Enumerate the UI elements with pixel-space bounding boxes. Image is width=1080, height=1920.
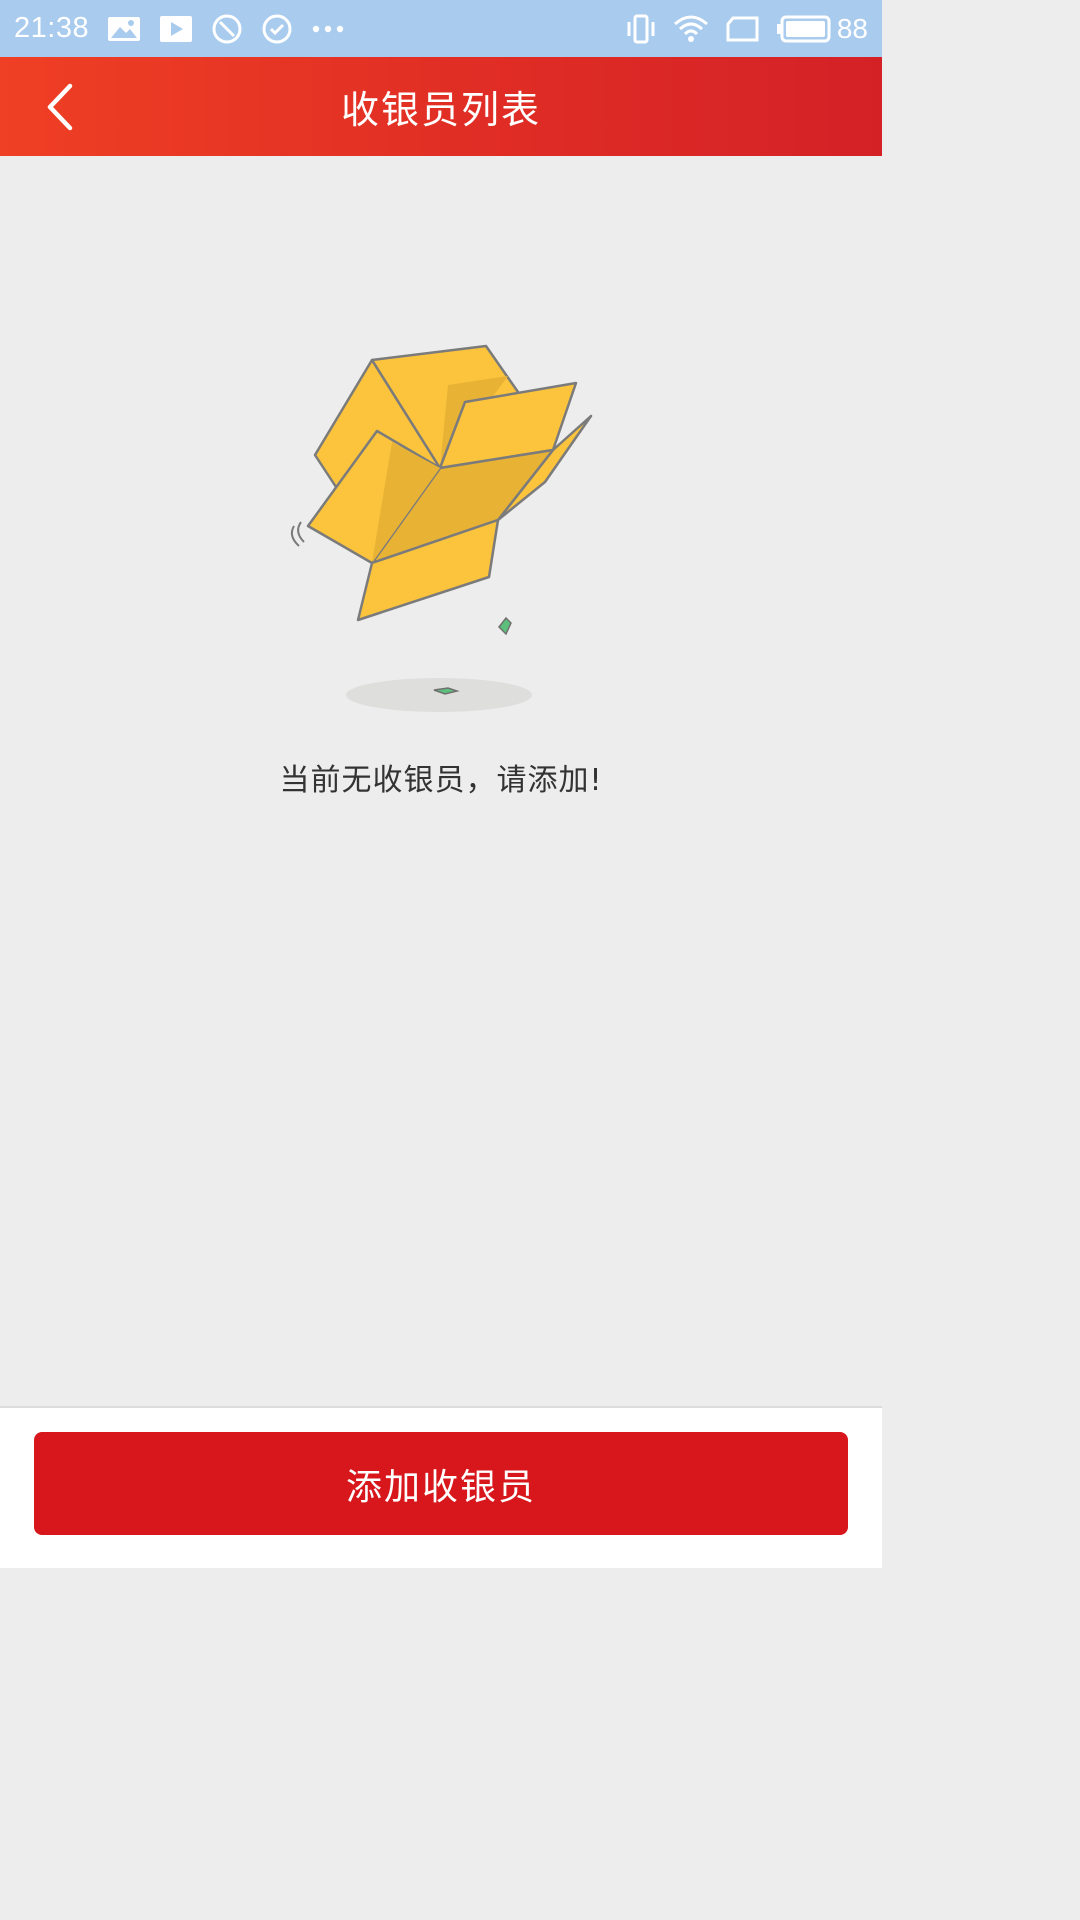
- block-icon: [211, 13, 243, 45]
- back-button[interactable]: [30, 77, 90, 137]
- app-bar: 收银员列表: [0, 57, 882, 156]
- battery-icon: [776, 15, 831, 43]
- status-time: 21:38: [14, 12, 90, 44]
- sim-card-icon: [725, 15, 761, 43]
- vibrate-icon: [625, 13, 657, 45]
- more-dots-icon: [311, 24, 345, 34]
- status-bar: 21:38 88: [0, 0, 882, 57]
- check-circle-icon: [261, 13, 293, 45]
- page-title: 收银员列表: [340, 88, 541, 132]
- wifi-icon: [673, 14, 709, 44]
- open-box-icon: [290, 344, 593, 712]
- bottom-action-bar: 添加收银员: [0, 1406, 882, 1568]
- empty-message: 当前无收银员，请添加!: [279, 763, 603, 798]
- screen: 21:38 88 收银员列表 当前无收银员，请添加! 添加收银员: [0, 0, 882, 1568]
- add-cashier-button[interactable]: 添加收银员: [34, 1432, 848, 1535]
- battery-level: 88: [836, 12, 868, 44]
- gallery-icon: [107, 15, 141, 43]
- chevron-left-icon: [47, 83, 73, 131]
- status-right-group: 88: [625, 13, 868, 45]
- play-icon: [159, 15, 193, 43]
